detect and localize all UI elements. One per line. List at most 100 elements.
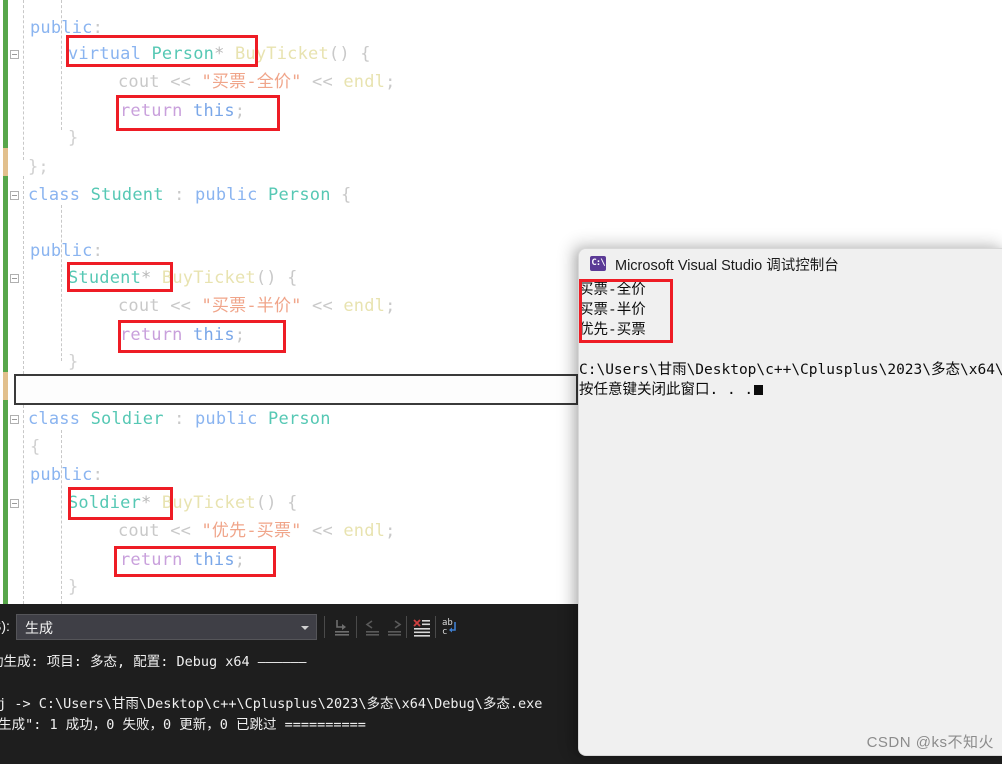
code-token: :: [92, 18, 104, 38]
code-line[interactable]: public:: [30, 16, 103, 40]
output-source-combobox[interactable]: 生成: [16, 614, 317, 640]
code-token: "买票-全价": [201, 72, 302, 92]
outline-collapse-toggle[interactable]: [10, 415, 19, 424]
code-token: virtual: [68, 44, 152, 64]
code-token: *: [214, 44, 225, 64]
code-line[interactable]: return this;: [120, 99, 245, 123]
svg-text:c: c: [442, 627, 447, 637]
current-line-highlight: [14, 374, 578, 405]
code-token: public: [30, 241, 93, 261]
code-line[interactable]: class Soldier : public Person: [28, 407, 331, 431]
code-line[interactable]: Soldier* BuyTicket() {: [68, 491, 298, 515]
code-line[interactable]: return this;: [120, 548, 245, 572]
code-token: Student: [90, 185, 164, 205]
code-token: this: [193, 550, 235, 570]
toolbar-separator-3: [406, 616, 407, 638]
previous-message-icon[interactable]: [360, 615, 384, 639]
code-token: }: [68, 352, 79, 372]
code-token: () {: [255, 493, 298, 513]
code-token: Student: [68, 268, 142, 288]
toggle-word-wrap-icon[interactable]: ab c: [439, 615, 463, 639]
code-token: "优先-买票": [201, 521, 302, 541]
output-source-label: S):: [0, 618, 10, 634]
output-source-value: 生成: [25, 620, 53, 636]
code-line[interactable]: virtual Person* BuyTicket() {: [68, 42, 371, 66]
code-line[interactable]: return this;: [120, 323, 245, 347]
code-token: :: [92, 241, 104, 261]
console-output-line: C:\Users\甘雨\Desktop\c++\Cplusplus\2023\多…: [579, 362, 1002, 378]
console-titlebar[interactable]: C:\ Microsoft Visual Studio 调试控制台: [579, 249, 1002, 279]
console-app-icon: C:\: [590, 256, 606, 271]
code-token: <<: [301, 296, 344, 316]
code-token: ;: [234, 101, 246, 121]
code-line[interactable]: {: [30, 435, 40, 459]
code-token: public: [30, 465, 93, 485]
code-token: public: [194, 409, 269, 429]
indent-guide: [61, 430, 62, 604]
clear-all-icon[interactable]: [410, 615, 434, 639]
code-token: :: [163, 409, 195, 429]
code-line[interactable]: };: [28, 155, 49, 179]
code-token: BuyTicket: [151, 268, 256, 288]
code-line[interactable]: class Student : public Person {: [28, 183, 352, 207]
toolbar-separator-1: [324, 616, 325, 638]
console-output-area[interactable]: 买票-全价 买票-半价 优先-买票 C:\Users\甘雨\Desktop\c++\C…: [579, 279, 1002, 755]
indent-guide: [61, 205, 62, 361]
code-line[interactable]: Student* BuyTicket() {: [68, 266, 298, 290]
code-token: return: [120, 101, 194, 121]
outline-collapse-toggle[interactable]: [10, 191, 19, 200]
console-output-line: 按任意键关闭此窗口. . .: [579, 380, 1002, 400]
outline-collapse-toggle[interactable]: [10, 274, 19, 283]
code-token: class: [28, 185, 91, 205]
code-token: endl: [343, 72, 386, 92]
next-message-icon[interactable]: [383, 615, 407, 639]
code-token: endl: [343, 296, 386, 316]
console-output-line: 优先-买票: [579, 322, 646, 338]
code-token: <<: [301, 72, 344, 92]
code-token: Person: [268, 409, 331, 429]
code-token: ;: [385, 72, 396, 92]
csdn-watermark: CSDN @ks不知火: [866, 734, 994, 751]
code-line[interactable]: cout << "买票-全价" << endl;: [118, 70, 396, 94]
code-line[interactable]: cout << "优先-买票" << endl;: [118, 519, 396, 543]
code-line[interactable]: cout << "买票-半价" << endl;: [118, 294, 396, 318]
code-line[interactable]: }: [68, 350, 78, 374]
code-token: this: [193, 325, 235, 345]
toolbar-separator-4: [435, 616, 436, 638]
console-cursor: [754, 385, 764, 395]
code-token: Person: [268, 185, 331, 205]
code-token: () {: [255, 268, 298, 288]
code-token: :: [163, 185, 195, 205]
console-output-line: 买票-全价: [579, 282, 646, 298]
code-token: }: [68, 577, 79, 597]
toolbar-separator-2: [356, 616, 357, 638]
code-token: ;: [234, 325, 246, 345]
code-token: return: [120, 550, 194, 570]
code-token: <<: [170, 72, 202, 92]
code-line[interactable]: }: [68, 126, 78, 150]
code-token: ;: [234, 550, 246, 570]
code-token: <<: [170, 296, 202, 316]
code-line[interactable]: }: [68, 575, 78, 599]
code-token: public: [194, 185, 269, 205]
outline-collapse-toggle[interactable]: [10, 499, 19, 508]
code-token: BuyTicket: [224, 44, 329, 64]
outline-collapse-toggle[interactable]: [10, 50, 19, 59]
code-token: Soldier: [68, 493, 142, 513]
code-token: ;: [385, 296, 396, 316]
code-token: BuyTicket: [151, 493, 256, 513]
console-output-text: 买票-全价 买票-半价 优先-买票 C:\Users\甘雨\Desktop\c++\C…: [579, 280, 1002, 400]
chevron-down-icon: [301, 626, 309, 630]
code-line[interactable]: public:: [30, 463, 103, 487]
debug-console-window[interactable]: C:\ Microsoft Visual Studio 调试控制台 买票-全价买…: [578, 248, 1002, 756]
code-token: {: [30, 437, 41, 457]
code-line[interactable]: public:: [30, 239, 103, 263]
code-token: public: [30, 18, 93, 38]
screenshot-root: public: virtual Person* BuyTicket() {cout…: [0, 0, 1002, 764]
code-token: endl: [343, 521, 386, 541]
go-to-message-icon[interactable]: [330, 615, 354, 639]
outlining-margin[interactable]: [0, 0, 30, 604]
code-token: cout: [118, 72, 171, 92]
code-token: cout: [118, 521, 171, 541]
